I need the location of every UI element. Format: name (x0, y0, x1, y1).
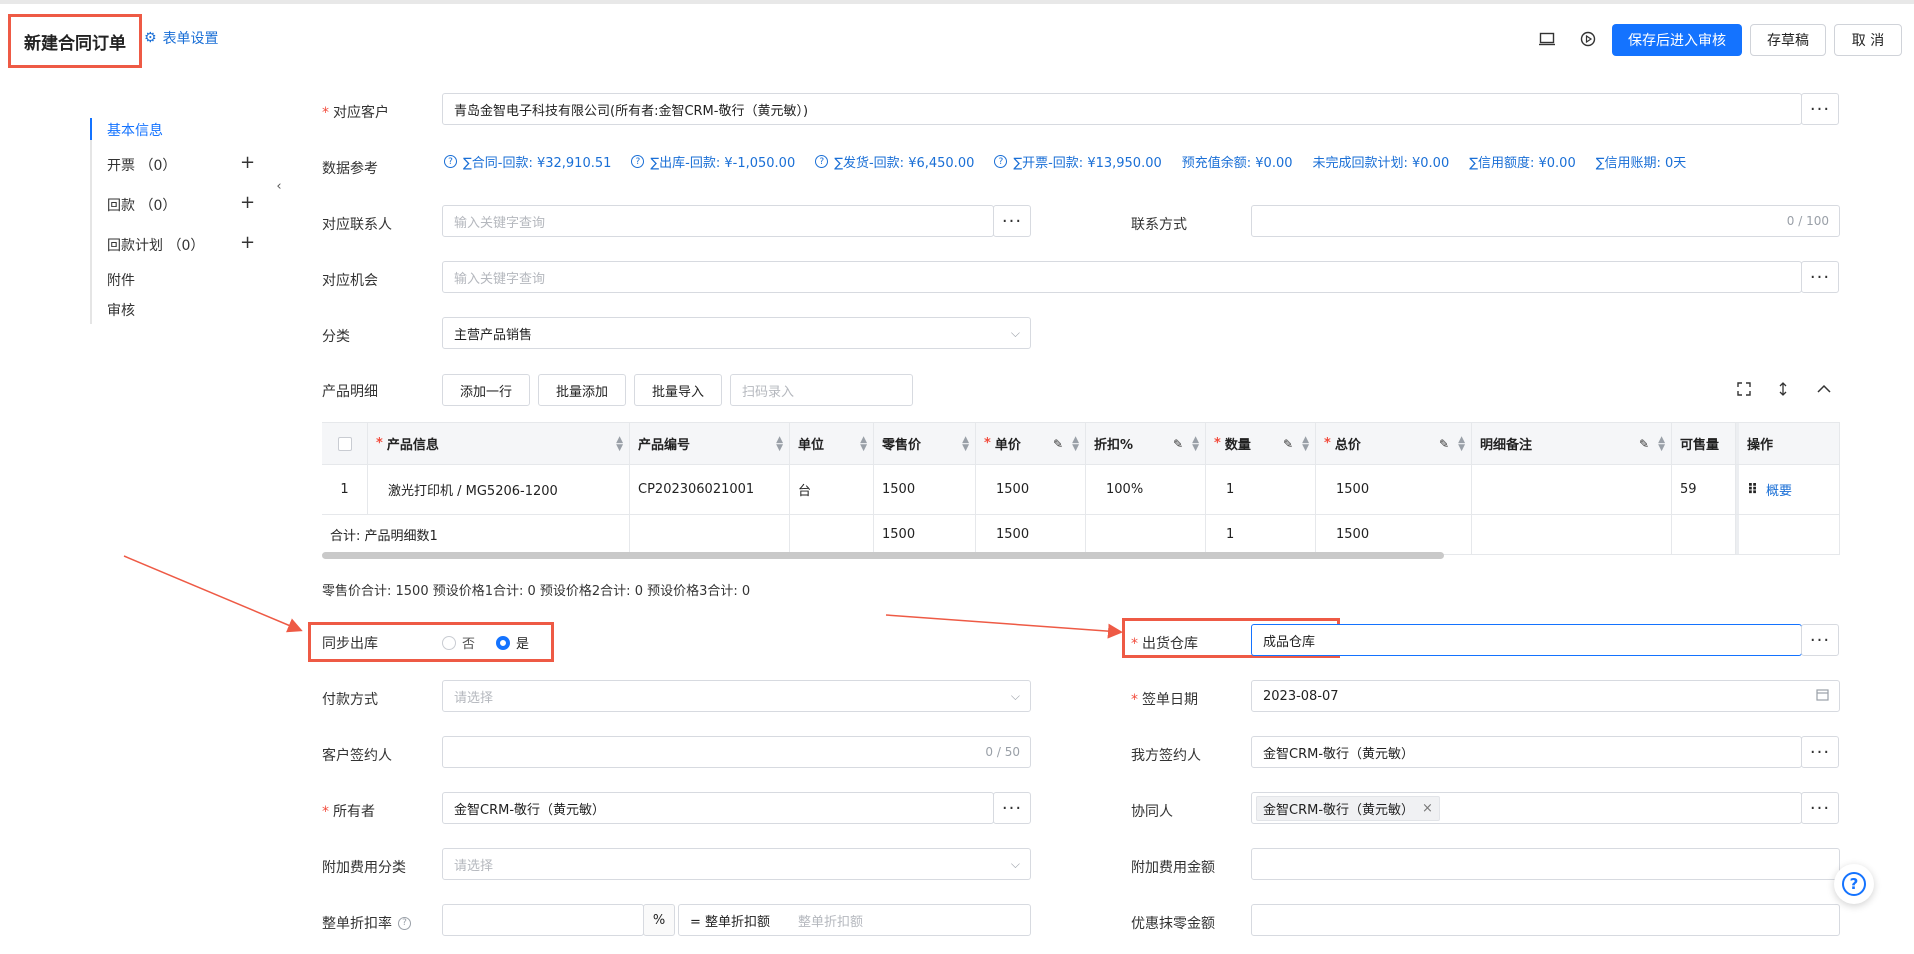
help-button[interactable]: ? (1834, 864, 1874, 904)
warehouse-more-button[interactable]: ··· (1801, 624, 1839, 656)
calendar-icon (1816, 688, 1829, 705)
extra-fee-category-select[interactable]: 请选择 ⌵ (442, 848, 1031, 880)
collaborator-more-button[interactable]: ··· (1801, 792, 1839, 824)
owner-more-button[interactable]: ··· (993, 792, 1031, 824)
sign-date-value: 2023-08-07 (1263, 688, 1339, 704)
payment-label: 付款方式 (322, 692, 378, 708)
collaborator-tag: 金智CRM-敬行（黄元敏） × (1256, 795, 1440, 821)
our-signer-input[interactable]: 金智CRM-敬行（黄元敏） (1251, 736, 1802, 768)
owner-value: 金智CRM-敬行（黄元敏） (454, 802, 606, 818)
our-signer-value: 金智CRM-敬行（黄元敏） (1263, 746, 1415, 762)
discount-amount-placeholder: 整单折扣额 (798, 914, 864, 930)
extra-fee-amount-label: 附加费用金额 (1131, 860, 1215, 876)
our-signer-label: 我方签约人 (1131, 748, 1201, 764)
question-icon[interactable]: ? (398, 916, 411, 930)
owner-label: * 所有者 (322, 804, 375, 820)
payment-select[interactable]: 请选择 ⌵ (442, 680, 1031, 712)
discount-amount-input[interactable]: = 整单折扣额 整单折扣额 (678, 904, 1031, 936)
customer-signer-label: 客户签约人 (322, 748, 392, 764)
discount-rate-input[interactable] (442, 904, 644, 936)
page: 新建合同订单 ⚙ 表单设置 保存后进入审核 存草稿 取 消 ‹ 基本信息 开票 … (0, 0, 1914, 954)
close-icon[interactable]: × (1422, 801, 1433, 816)
sync-label: 同步出库 (322, 636, 378, 652)
payment-placeholder: 请选择 (454, 690, 494, 706)
customer-signer-input[interactable]: 0 / 50 (442, 736, 1031, 768)
sync-yes-radio[interactable]: 是 (496, 633, 529, 652)
sync-no-radio[interactable]: 否 (442, 633, 475, 652)
extra-fee-amount-input[interactable] (1251, 848, 1840, 880)
question-icon: ? (1842, 872, 1866, 896)
radio-off-icon (442, 635, 456, 650)
extra-fee-category-label: 附加费用分类 (322, 860, 406, 876)
collaborator-label: 协同人 (1131, 804, 1173, 820)
owner-input[interactable]: 金智CRM-敬行（黄元敏） (442, 792, 994, 824)
discount-amount-label: = 整单折扣额 (690, 914, 771, 930)
warehouse-input[interactable]: 成品仓库 (1251, 624, 1802, 656)
warehouse-label: * 出货仓库 (1131, 636, 1198, 652)
extra-fee-category-placeholder: 请选择 (454, 858, 494, 874)
our-signer-more-button[interactable]: ··· (1801, 736, 1839, 768)
chevron-down-icon: ⌵ (1010, 688, 1020, 703)
discount-rate-label: 整单折扣率? (322, 913, 417, 933)
rounding-label: 优惠抹零金额 (1131, 916, 1215, 932)
collaborator-input[interactable]: 金智CRM-敬行（黄元敏） × (1251, 792, 1802, 824)
radio-on-icon (496, 635, 510, 650)
sign-date-label: * 签单日期 (1131, 692, 1198, 708)
discount-pct-suffix: % (643, 904, 675, 936)
customer-signer-counter: 0 / 50 (985, 745, 1020, 759)
chevron-down-icon: ⌵ (1010, 856, 1020, 871)
warehouse-value: 成品仓库 (1263, 634, 1316, 650)
sign-date-input[interactable]: 2023-08-07 (1251, 680, 1840, 712)
rounding-input[interactable] (1251, 904, 1840, 936)
